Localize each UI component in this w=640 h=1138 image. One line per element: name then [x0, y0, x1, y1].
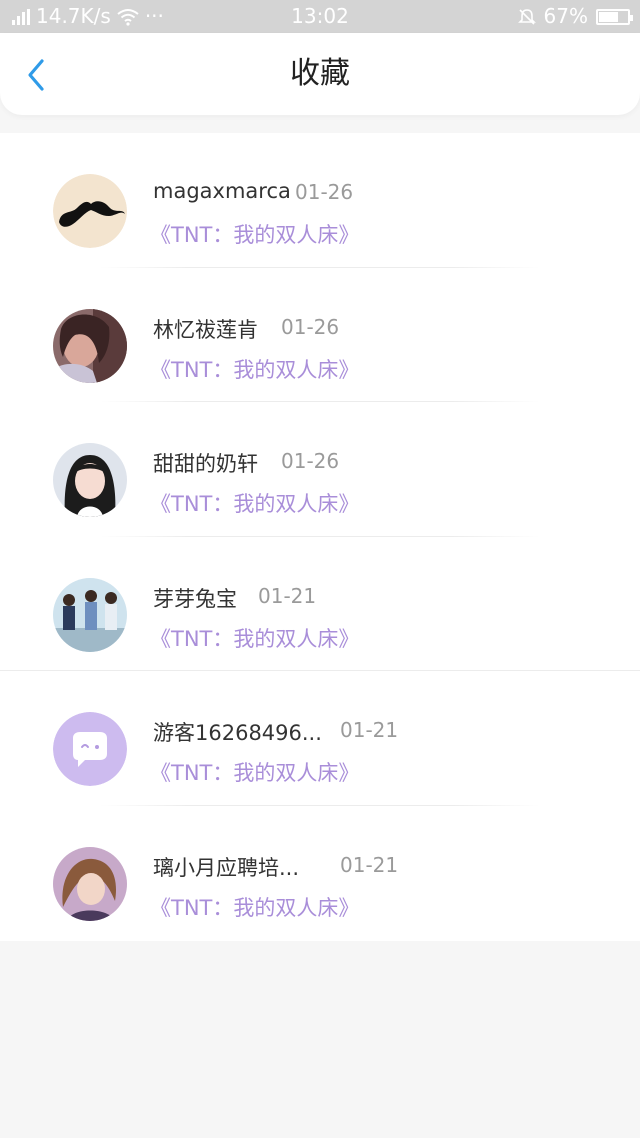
work-title-link[interactable]: 《TNT：我的双人床》: [150, 488, 359, 518]
list-item[interactable]: 林忆祓莲肯 01-26 《TNT：我的双人床》: [0, 268, 640, 403]
battery-level: [599, 11, 618, 22]
favorite-date: 01-21: [340, 852, 399, 877]
list-item[interactable]: 芽芽兔宝 01-21 《TNT：我的双人床》: [0, 537, 640, 672]
group-photo-avatar: [53, 577, 127, 652]
status-bar: 14.7K/s ··· 13:02 67%: [0, 0, 640, 33]
list-item[interactable]: 甜甜的奶轩 01-26 《TNT：我的双人床》: [0, 402, 640, 537]
work-title-link[interactable]: 《TNT：我的双人床》: [150, 892, 359, 922]
favorites-list: magaxmarca 01-26 《TNT：我的双人床》 林忆祓莲肯 01-26…: [0, 133, 640, 941]
user-name: magaxmarca: [153, 179, 291, 203]
header: 收藏: [0, 33, 640, 115]
battery-icon: [596, 8, 633, 25]
illustration-avatar: [53, 846, 127, 921]
user-name: 林忆祓莲肯: [153, 317, 258, 342]
status-right: 67%: [517, 0, 633, 33]
guest-avatar: [53, 712, 127, 787]
favorite-date: 01-21: [340, 718, 399, 743]
favorite-date: 01-21: [258, 583, 317, 608]
user-name: 芽芽兔宝: [153, 586, 237, 611]
photo-avatar: [53, 443, 127, 518]
page-title: 收藏: [290, 56, 350, 91]
photo-avatar: [53, 308, 127, 383]
user-name: 游客16268496...: [153, 721, 322, 746]
mustache-avatar: [53, 174, 127, 248]
work-title-link[interactable]: 《TNT：我的双人床》: [150, 623, 359, 653]
favorite-date: 01-26: [281, 449, 340, 474]
favorite-date: 01-26: [295, 180, 354, 204]
work-title-link[interactable]: 《TNT：我的双人床》: [150, 219, 359, 249]
user-name: 璃小月应聘培...: [153, 855, 300, 880]
mute-bell-icon: [517, 8, 536, 25]
list-item[interactable]: magaxmarca 01-26 《TNT：我的双人床》: [0, 133, 640, 268]
battery-percent: 67%: [543, 4, 588, 28]
work-title-link[interactable]: 《TNT：我的双人床》: [150, 354, 359, 384]
user-name: 甜甜的奶轩: [153, 452, 258, 477]
list-item[interactable]: 游客16268496... 01-21 《TNT：我的双人床》: [0, 671, 640, 806]
work-title-link[interactable]: 《TNT：我的双人床》: [150, 757, 359, 787]
list-item[interactable]: 璃小月应聘培... 01-21 《TNT：我的双人床》: [0, 806, 640, 941]
favorite-date: 01-26: [281, 314, 340, 339]
